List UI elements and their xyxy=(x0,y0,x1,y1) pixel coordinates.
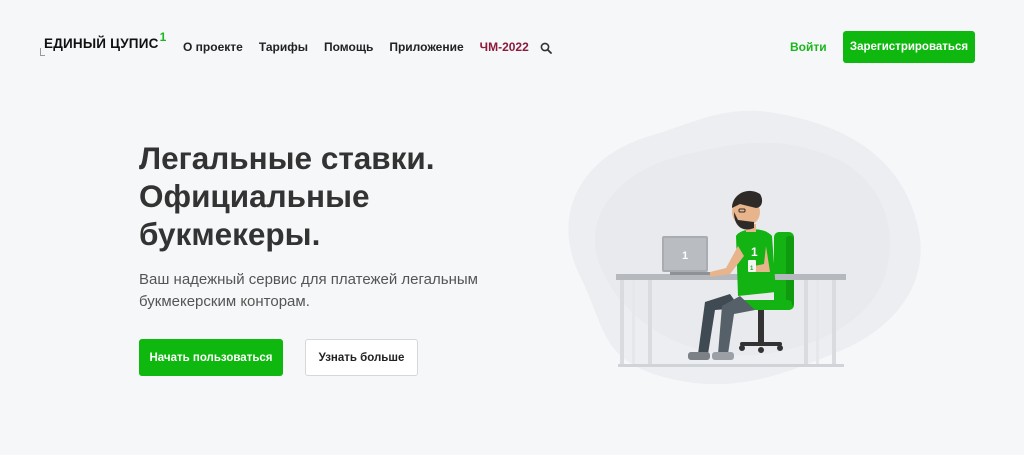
nav-item-tariffs[interactable]: Тарифы xyxy=(259,40,308,54)
nav-item-help[interactable]: Помощь xyxy=(324,40,373,54)
nav-item-app[interactable]: Приложение xyxy=(389,40,463,54)
hero-subtitle-line: букмекерским конторам. xyxy=(139,293,310,310)
hero-title-line: Официальные xyxy=(139,178,370,214)
shirt-badge: 1 xyxy=(751,245,758,259)
nav-item-about[interactable]: О проекте xyxy=(183,40,243,54)
logo[interactable]: ЕДИНЫЙ ЦУПИС1 xyxy=(44,30,166,51)
hero-subtitle-line: Ваш надежный сервис для платежей легальн… xyxy=(139,271,478,288)
search-icon[interactable] xyxy=(540,42,552,54)
main-nav: О проекте Тарифы Помощь Приложение ЧМ-20… xyxy=(183,40,552,54)
login-link[interactable]: Войти xyxy=(790,40,827,54)
start-button[interactable]: Начать пользоваться xyxy=(139,339,283,376)
laptop-badge: 1 xyxy=(682,250,688,262)
logo-text: ЕДИНЫЙ ЦУПИС xyxy=(44,36,159,51)
site-header: ЕДИНЫЙ ЦУПИС1 О проекте Тарифы Помощь Пр… xyxy=(0,0,1024,92)
hero-illustration: 1 1 1 xyxy=(568,110,921,385)
hero-title-line: Легальные ставки. xyxy=(139,140,435,176)
register-button[interactable]: Зарегистрироваться xyxy=(843,31,975,63)
hero-subtitle: Ваш надежный сервис для платежей легальн… xyxy=(139,269,519,313)
logo-superscript: 1 xyxy=(159,30,167,44)
hero-title-line: букмекеры. xyxy=(139,216,321,252)
learn-more-button[interactable]: Узнать больше xyxy=(305,339,418,376)
hero-title: Легальные ставки. Официальные букмекеры. xyxy=(139,139,559,253)
nav-item-wc2022[interactable]: ЧМ-2022 xyxy=(480,40,529,54)
